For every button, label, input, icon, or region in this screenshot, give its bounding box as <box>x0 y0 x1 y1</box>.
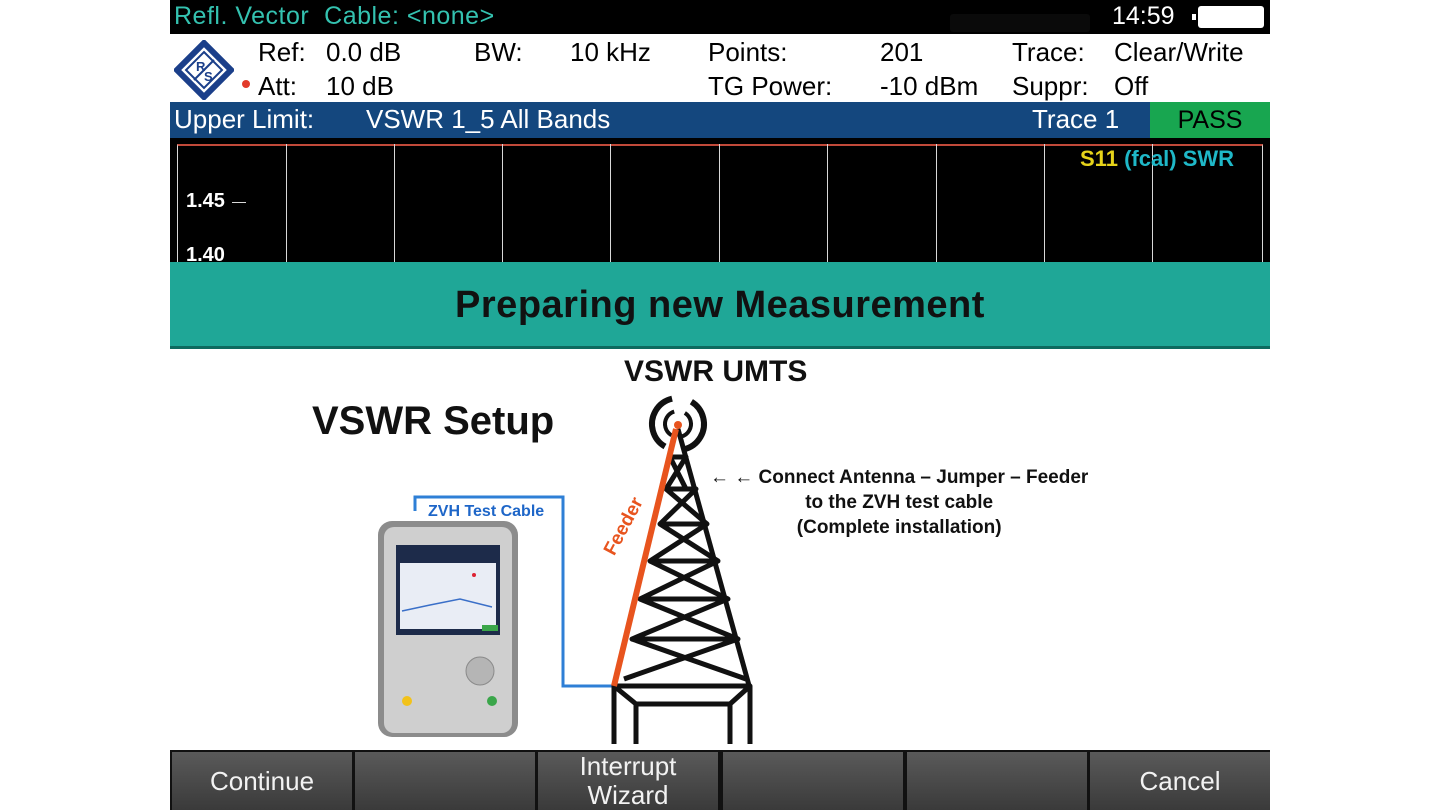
y-tick <box>232 202 246 203</box>
instruction-line-2: to the ZVH test cable <box>805 492 994 513</box>
ref-label: Ref: <box>258 37 306 67</box>
grid-line <box>719 144 720 262</box>
softkey-4[interactable] <box>723 752 903 810</box>
interrupt-wizard-softkey[interactable]: Interrupt Wizard <box>538 752 718 810</box>
clock: 14:59 <box>1112 2 1175 30</box>
suppr-label: Suppr: <box>1012 71 1089 101</box>
mode-title: Refl. Vector Cable: <none> <box>174 2 495 30</box>
trace-mode-label: Trace: <box>1012 37 1085 67</box>
instrument-screen: Refl. Vector Cable: <none> 14:59 R S Ref… <box>170 0 1270 810</box>
instrument-icon <box>378 521 518 737</box>
trace-number: Trace 1 <box>1032 104 1120 134</box>
limit-bar: Upper Limit: VSWR 1_5 All Bands Trace 1 … <box>170 102 1270 138</box>
feeder-line <box>611 428 679 687</box>
points-label: Points: <box>708 37 788 67</box>
tg-power-label: TG Power: <box>708 71 833 101</box>
y-label-1: 1.45 <box>186 190 225 212</box>
svg-text:S: S <box>204 69 213 84</box>
connect-instructions: ← ← Connect Antenna – Jumper – Feeder to… <box>710 465 1088 540</box>
ref-value: 0.0 dB <box>326 37 402 67</box>
test-cable-label: ZVH Test Cable <box>426 503 547 521</box>
limit-value: VSWR 1_5 All Bands <box>366 104 611 134</box>
softkey-bar: Continue Interrupt Wizard Cancel <box>170 750 1270 810</box>
bw-value: 10 kHz <box>570 37 651 67</box>
measurement-grid: 1.45 1.40 S11 (fcal) SWR <box>170 138 1270 262</box>
grid-line <box>286 144 287 262</box>
status-bar: Refl. Vector Cable: <none> 14:59 <box>170 0 1270 34</box>
suppr-value: Off <box>1114 71 1149 101</box>
grid-line <box>827 144 828 262</box>
trace-tag: S11 (fcal) SWR <box>1080 146 1235 171</box>
setup-illustration: VSWR UMTS VSWR Setup ← ← Connect Antenna… <box>170 349 1270 750</box>
rs-logo-icon: R S <box>174 40 234 100</box>
grid-line <box>394 144 395 262</box>
att-indicator-dot <box>242 80 250 88</box>
battery-icon <box>1192 6 1264 28</box>
trace-mode-value: Clear/Write <box>1114 37 1244 67</box>
pass-badge: PASS <box>1150 102 1270 138</box>
continue-softkey[interactable]: Continue <box>172 752 352 810</box>
grid-line <box>936 144 937 262</box>
banner-text: Preparing new Measurement <box>455 284 985 326</box>
bw-label: BW: <box>474 37 523 67</box>
setup-title: VSWR Setup <box>312 399 555 443</box>
att-value: 10 dB <box>326 71 394 101</box>
softkey-2[interactable] <box>355 752 535 810</box>
status-indicator <box>950 14 1090 32</box>
y-label-2: 1.40 <box>186 244 225 262</box>
instruction-line-1: ← ← Connect Antenna – Jumper – Feeder <box>710 467 1089 488</box>
grid-line <box>610 144 611 262</box>
cancel-softkey[interactable]: Cancel <box>1090 752 1270 810</box>
umts-title: VSWR UMTS <box>624 355 808 388</box>
grid-line <box>1044 144 1045 262</box>
softkey-5[interactable] <box>907 752 1087 810</box>
att-label: Att: <box>258 71 298 101</box>
grid-line <box>502 144 503 262</box>
status-banner: Preparing new Measurement <box>170 262 1270 349</box>
points-value: 201 <box>880 37 924 67</box>
tg-power-value: -10 dBm <box>880 71 979 101</box>
limit-label: Upper Limit: <box>174 104 315 134</box>
instruction-line-3: (Complete installation) <box>796 517 1002 538</box>
